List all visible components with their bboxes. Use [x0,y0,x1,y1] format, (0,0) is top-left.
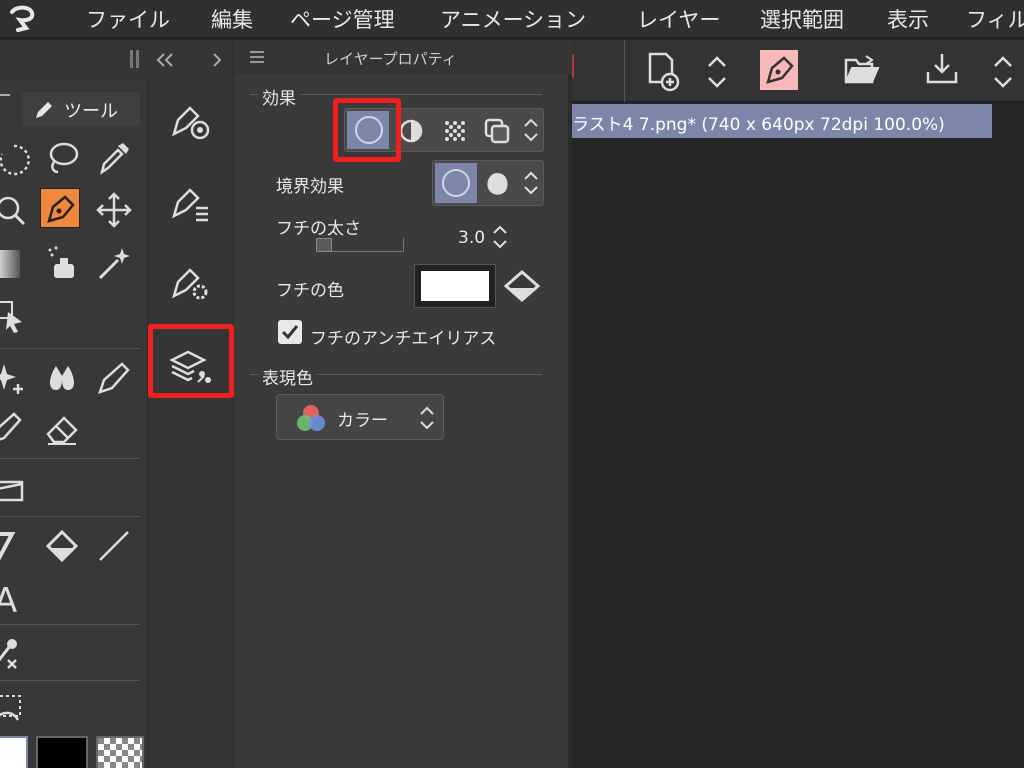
rgb-color-icon [297,405,325,431]
menu-layer[interactable]: レイヤー [637,4,720,34]
new-page-icon[interactable] [644,50,680,92]
border-effect-label: 境界効果 [276,177,344,197]
frame-border-icon[interactable] [0,468,28,508]
expression-color-value: カラー [337,411,388,431]
correct-line-icon[interactable] [0,632,30,672]
line-tool-icon[interactable] [94,526,134,566]
tool-tab-label: ツール [64,101,118,122]
layer-property-title: レイヤープロパティ [324,50,457,68]
edge-width-label: フチの太さ [276,219,361,239]
grip-icon[interactable] [130,50,133,68]
eyedropper-icon[interactable] [94,138,134,178]
tool-property-icon[interactable] [166,178,214,226]
border-effect-group [432,160,544,206]
menu-edit[interactable]: 編集 [211,4,253,34]
menu-page-manage[interactable]: ページ管理 [290,4,395,34]
object-select-icon[interactable] [0,296,32,336]
edge-color-label: フチの色 [276,281,344,301]
spinner-up-down-icon[interactable] [704,52,730,92]
collapse-left-icon[interactable] [154,50,176,70]
eraser-icon[interactable] [42,408,82,448]
menu-view[interactable]: 表示 [887,4,929,34]
layer-property-panel: レイヤープロパティ 効果 境界効果 フチの太さ 3.0 フチの色 フチのアンチエ… [234,40,572,768]
canvas-area[interactable] [572,138,1024,768]
fill-bucket-icon[interactable] [42,526,82,566]
app-logo-icon[interactable] [6,4,38,34]
pencil-tool-icon[interactable] [0,408,26,448]
tool-divider-4 [0,624,140,625]
lasso-icon[interactable] [42,138,82,178]
save-download-icon[interactable] [922,50,962,90]
figure-ruler-icon[interactable] [0,526,28,566]
svg-text:A: A [0,581,17,618]
effect-scroll-icon[interactable] [521,115,541,145]
spinner-up-down-icon-2[interactable] [990,52,1016,92]
edge-width-slider[interactable] [316,238,404,252]
tone-effect-icon[interactable] [441,117,469,145]
tool-tab[interactable]: ツール [22,92,140,126]
sub-color-chip[interactable] [36,736,88,768]
expression-color-select[interactable]: カラー [276,394,444,440]
circle-icon-2 [442,169,470,197]
panel-icon-strip [148,40,234,768]
sub-tool-detail-icon[interactable] [166,96,214,144]
open-folder-icon[interactable] [842,52,882,88]
tool-divider-5 [0,680,140,681]
watercolor-edge-icon[interactable] [483,170,511,198]
edge-width-stepper-icon[interactable] [490,222,510,252]
magic-wand-icon[interactable] [94,244,134,284]
decoration-icon[interactable] [0,358,28,398]
command-bar [568,40,1024,102]
slider-handle[interactable] [316,238,332,252]
menu-lines-icon[interactable] [0,94,10,96]
border-effect-icon[interactable] [399,117,427,145]
transparent-color-chip[interactable] [96,736,144,768]
rotate-view-icon[interactable] [0,140,34,180]
menu-selection[interactable]: 選択範囲 [760,4,844,34]
checkmark-icon [281,325,299,340]
canvas-tab-title: ラスト4 7.png* (740 x 640px 72dpi 100.0%) [572,115,945,135]
text-tool-icon[interactable]: A [0,578,30,621]
panel-menu-icon[interactable] [248,50,266,64]
layer-property-header: レイヤープロパティ [234,40,572,74]
tool-divider-3 [0,516,140,517]
main-color-chip[interactable] [0,736,28,768]
antialias-label: フチのアンチエイリアス [310,329,497,349]
airbrush-icon[interactable] [44,244,84,284]
zoom-icon[interactable] [0,190,30,230]
tool-palette: ツール A [0,40,148,768]
expression-dropdown-icon [420,406,434,430]
expression-section-label: 表現色 [258,364,317,389]
blend-icon[interactable] [42,358,82,398]
tool-settings-icon[interactable] [166,258,214,306]
pen-tool-icon[interactable] [40,188,80,228]
menu-filter[interactable]: フィル [966,4,1024,34]
pen-pressure-icon[interactable] [760,50,798,90]
menu-bar: ファイル 編集 ページ管理 アニメーション レイヤー 選択範囲 表示 フィル [0,0,1024,38]
grip-icon-2[interactable] [136,50,139,68]
tool-divider-2 [0,458,140,459]
edge-width-value[interactable]: 3.0 [458,228,485,248]
canvas-tab[interactable]: ラスト4 7.png* (740 x 640px 72dpi 100.0%) [572,104,992,138]
move-icon[interactable] [94,190,134,230]
edge-color-well[interactable] [414,264,496,308]
tool-divider [0,348,140,349]
menu-animation[interactable]: アニメーション [440,4,586,34]
highlight-layer-property-icon [148,324,234,398]
toolbar-divider [624,40,625,102]
fill-color-icon[interactable] [502,268,542,304]
border-scroll-icon[interactable] [521,168,541,198]
expand-right-icon[interactable] [210,50,224,70]
balloon-icon[interactable] [0,688,30,728]
brush-icon[interactable] [94,358,134,398]
gradient-icon[interactable] [0,244,26,284]
pencil-icon [36,102,52,118]
effects-section-label: 効果 [258,84,300,109]
edge-color-swatch [421,271,489,301]
highlight-effect-none-button [333,98,401,162]
layer-color-icon[interactable] [483,117,511,145]
tool-palette-header [0,40,148,80]
menu-file[interactable]: ファイル [86,4,170,34]
antialias-checkbox[interactable] [278,320,302,344]
